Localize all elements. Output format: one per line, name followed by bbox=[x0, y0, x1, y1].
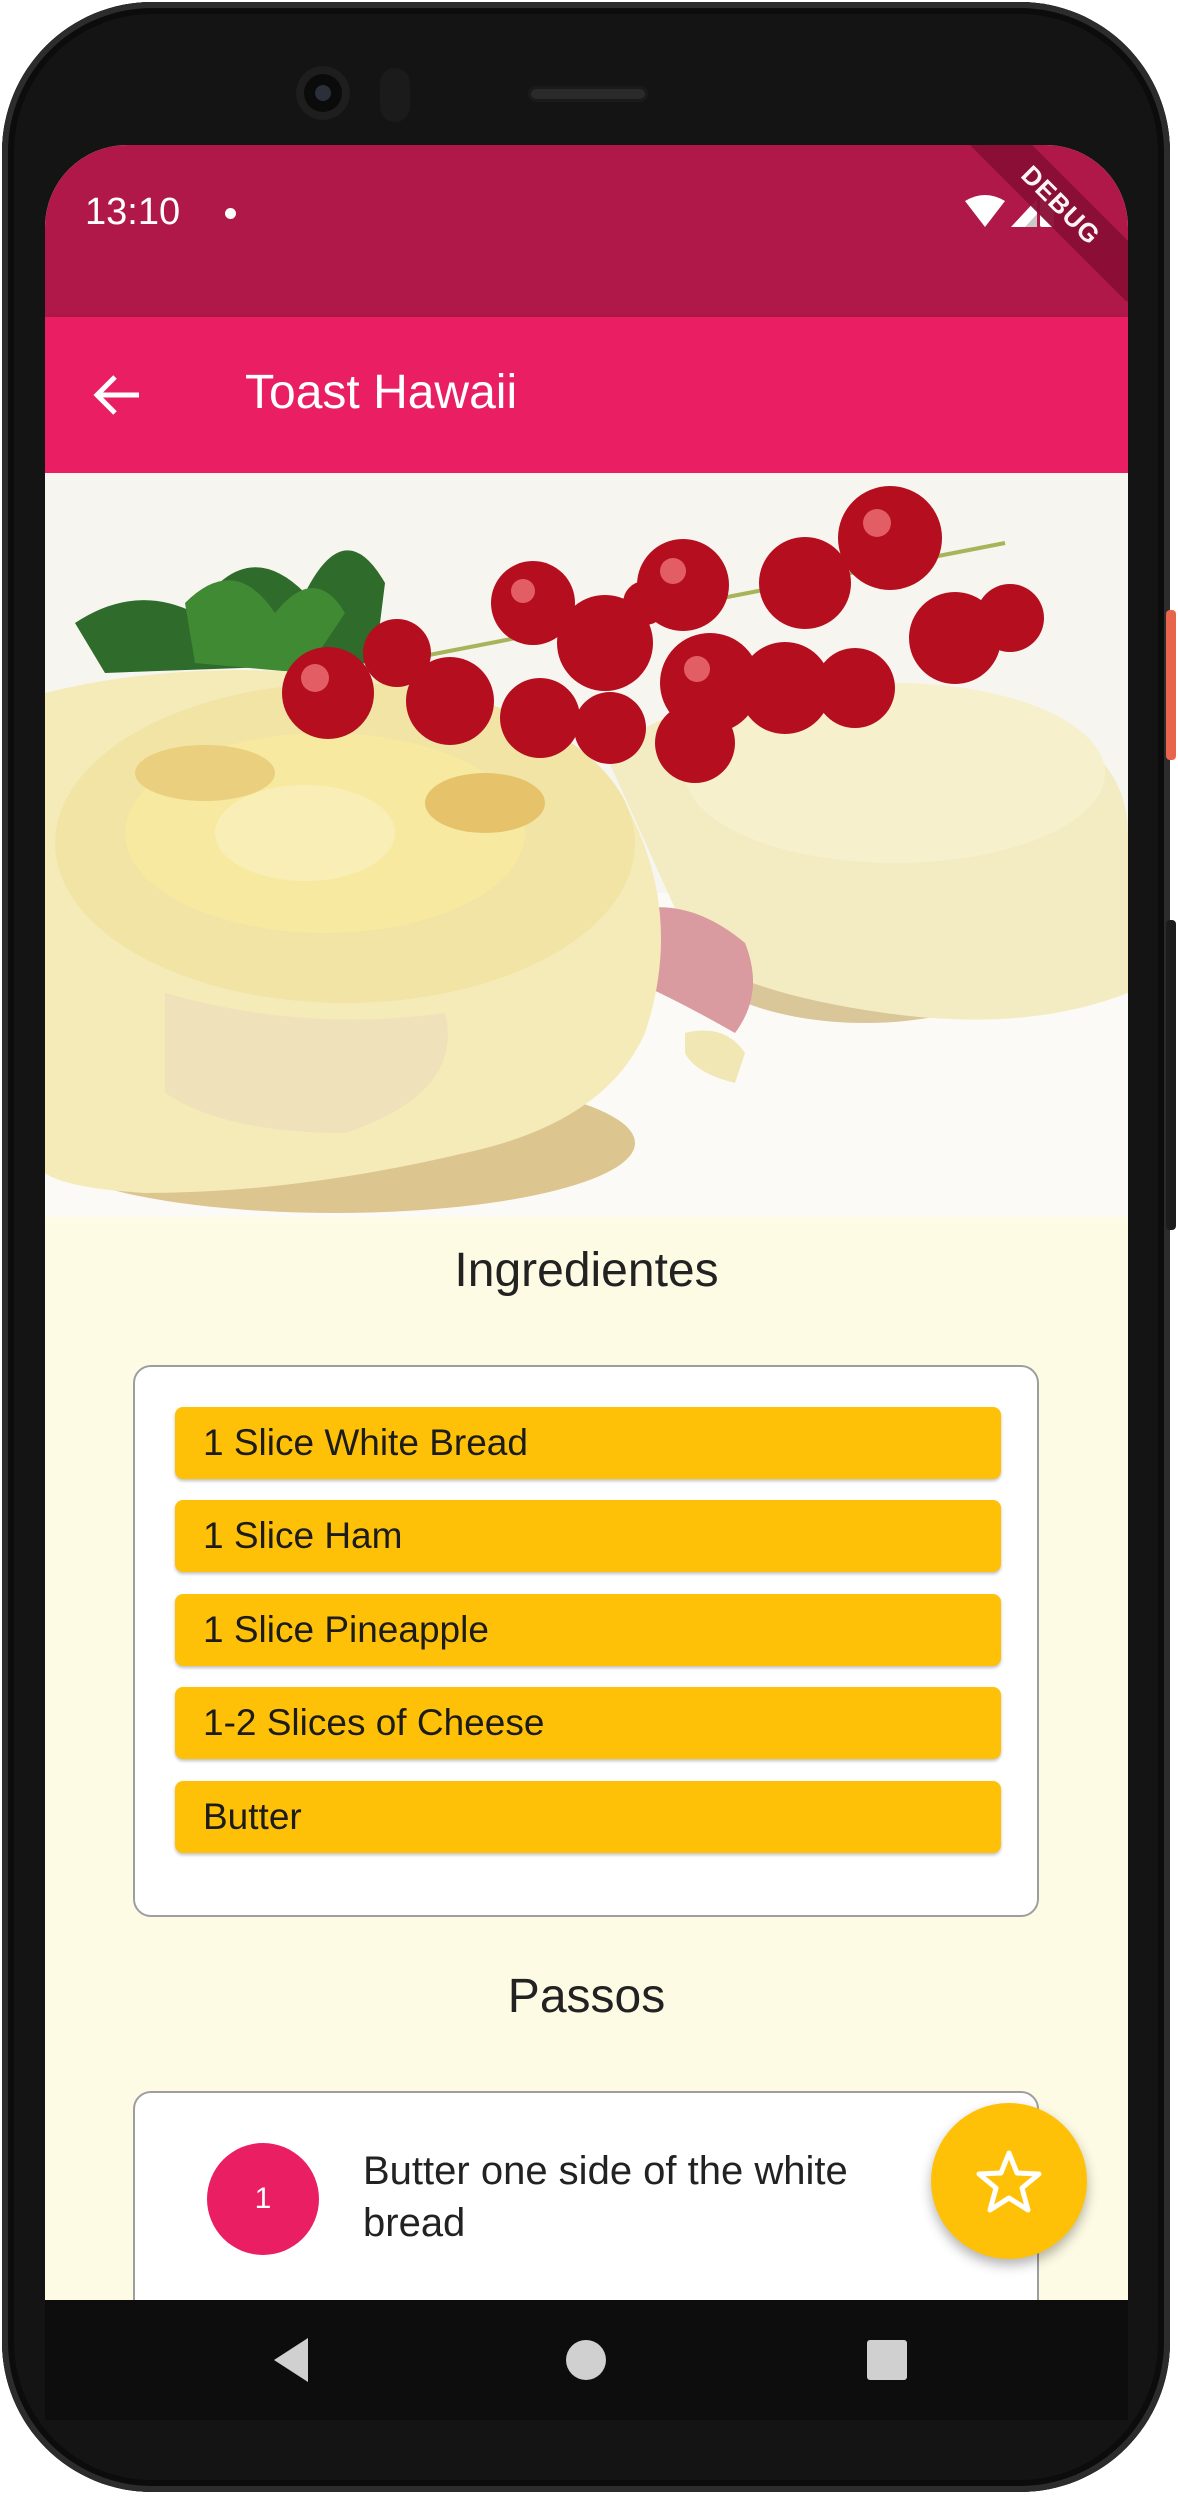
page-title: Toast Hawaii bbox=[245, 366, 518, 419]
arrow-back-icon bbox=[93, 375, 139, 415]
wifi-icon bbox=[965, 195, 1005, 227]
system-navigation-bar bbox=[45, 2300, 1128, 2420]
front-camera bbox=[296, 66, 350, 120]
ingredient-item: 1 Slice Pineapple bbox=[175, 1594, 1001, 1666]
circle-home-icon bbox=[566, 2340, 606, 2380]
status-bar: 13:10 DEBUG bbox=[45, 145, 1128, 317]
ingredient-item: 1 Slice Ham bbox=[175, 1500, 1001, 1572]
step-text: Butter one side of the white bread bbox=[363, 2149, 848, 2245]
app-bar: Toast Hawaii bbox=[45, 317, 1128, 473]
status-time: 13:10 bbox=[85, 191, 181, 233]
favorite-fab-button[interactable] bbox=[931, 2103, 1087, 2259]
volume-button bbox=[1166, 920, 1176, 1230]
triangle-back-icon bbox=[274, 2338, 308, 2382]
ingredients-title: Ingredientes bbox=[454, 1244, 719, 1297]
nav-back-button[interactable] bbox=[262, 2328, 326, 2392]
notification-dot-icon bbox=[225, 208, 236, 219]
star-outline-icon bbox=[976, 2150, 1042, 2213]
app-screen: 13:10 DEBUG Toast Hawaii Ingredientes 1 … bbox=[45, 145, 1128, 2420]
ingredients-card: 1 Slice White Bread 1 Slice Ham 1 Slice … bbox=[133, 1365, 1039, 1917]
square-recents-icon bbox=[867, 2340, 907, 2380]
ingredient-item: 1-2 Slices of Cheese bbox=[175, 1687, 1001, 1759]
recipe-image bbox=[45, 473, 1128, 1217]
power-button bbox=[1166, 610, 1176, 760]
back-button[interactable] bbox=[85, 363, 149, 427]
ingredient-item: Butter bbox=[175, 1781, 1001, 1853]
step-number-badge: 1 bbox=[207, 2143, 319, 2255]
steps-title: Passos bbox=[507, 1970, 666, 2023]
nav-home-button[interactable] bbox=[554, 2328, 618, 2392]
nav-recents-button[interactable] bbox=[855, 2328, 919, 2392]
ingredient-item: 1 Slice White Bread bbox=[175, 1407, 1001, 1479]
earpiece-speaker bbox=[528, 86, 648, 102]
proximity-sensor bbox=[380, 68, 410, 122]
